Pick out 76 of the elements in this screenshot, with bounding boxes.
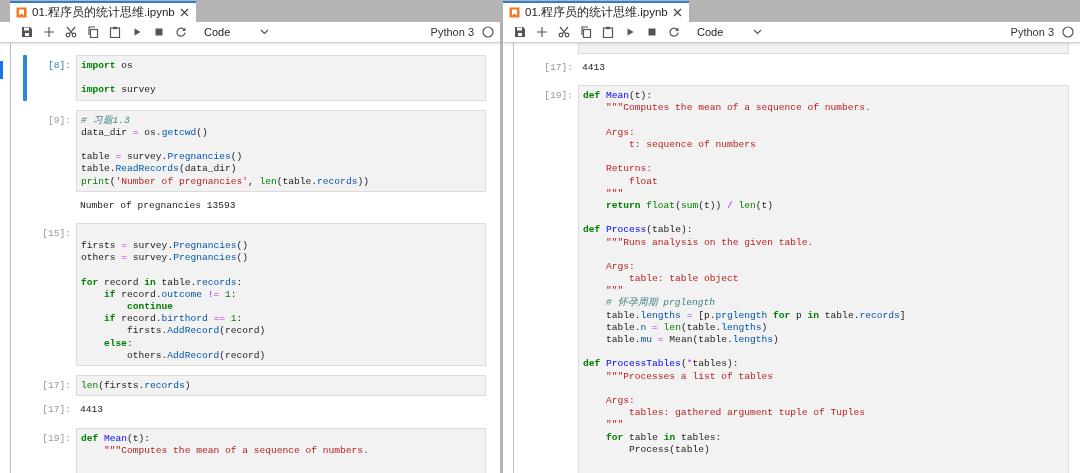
- code-line: def Mean(t):: [583, 90, 654, 103]
- close-icon[interactable]: [179, 8, 189, 17]
- code-line: table.n = len(table.lengths): [605, 321, 769, 335]
- code-line: table.lengths = [p.prglength for p in table.records]: [605, 309, 907, 322]
- code-line: Args:: [605, 260, 636, 274]
- code-line: """: [605, 285, 625, 297]
- code-line: len(firsts.records): [81, 380, 192, 393]
- cell-prompt: [17]:: [544, 61, 573, 75]
- code-line: def ProcessTables(*tables):: [583, 358, 740, 371]
- code-line: table.ReadRecords(data_dir): [81, 163, 238, 176]
- code-cell[interactable]: def Mean(t): """Computes the mean of a sequence of numbers.: [76, 427, 486, 473]
- kernel-status-icon: [1062, 26, 1074, 38]
- code-cell[interactable]: import os import survey: [76, 55, 486, 101]
- kernel-status-icon: [482, 26, 494, 38]
- code-cell[interactable]: # 习题1.3 data_dir = os.getcwd() table = survey.Pregnancies() table.ReadRecords(data_dir) print('Number of pregnancies', len(table.records)): [76, 109, 486, 192]
- code-line: others = survey.Pregnancies(): [81, 252, 249, 265]
- notebook-icon: [16, 7, 27, 18]
- notebook-tab[interactable]: 01.程序员的统计思维.ipynb: [503, 1, 689, 22]
- code-line: t: sequence of numbers: [628, 139, 757, 152]
- code-line: # 怀孕周期 prglength: [605, 297, 717, 310]
- code-line: import survey: [81, 84, 157, 97]
- code-line: def Mean(t):: [81, 432, 152, 445]
- code-cell[interactable]: [76, 223, 486, 367]
- code-line: table: table object: [628, 273, 740, 286]
- code-line: """Processes a list of tables: [605, 370, 774, 383]
- code-line: """Computes the mean of a sequence of numbers.: [103, 444, 370, 457]
- sidebar-indicator: [0, 61, 3, 79]
- cell-prompt: [15]:: [42, 227, 71, 241]
- code-line: print('Number of pregnancies', len(table.records)): [81, 175, 370, 188]
- notebook-tab[interactable]: 01.程序员的统计思维.ipynb: [10, 1, 196, 22]
- code-line: table = survey.Pregnancies(): [81, 151, 244, 164]
- code-line: Process(table): [628, 443, 711, 456]
- cell-prompt: [17]:: [42, 403, 71, 417]
- cell-type-dropdown[interactable]: Code: [693, 23, 767, 41]
- code-line: float: [628, 175, 659, 188]
- cell-prompt: [9]:: [47, 113, 71, 127]
- cell-prompt: [19]:: [42, 431, 71, 445]
- close-icon[interactable]: [672, 8, 682, 17]
- code-line: data_dir = os.getcwd(): [81, 126, 209, 139]
- code-line: others.AddRecord(record): [126, 349, 267, 363]
- notebook-icon: [509, 7, 520, 18]
- code-line: firsts = survey.Pregnancies(): [81, 240, 249, 253]
- code-line: # 习题1.3: [81, 114, 131, 127]
- cell-output: 4413: [79, 403, 104, 418]
- code-line: firsts.AddRecord(record): [126, 325, 267, 338]
- code-line: Args:: [605, 395, 636, 408]
- code-line: else:: [103, 337, 134, 350]
- code-line: table.mu = Mean(table.lengths): [605, 334, 780, 347]
- code-line: Returns:: [605, 163, 654, 176]
- kernel-name: Python 3: [1010, 26, 1054, 38]
- code-line: import os: [81, 60, 134, 73]
- kernel-name: Python 3: [430, 26, 474, 38]
- code-line: if record.outcome != 1:: [103, 288, 238, 302]
- chevron-icon: [753, 29, 763, 35]
- code-line: tables: gathered argument tuple of Tuples: [628, 407, 867, 420]
- code-cell[interactable]: [578, 43, 1069, 54]
- cell-prompt: [19]:: [544, 89, 573, 103]
- cell-output: Number of pregnancies 13593: [79, 198, 236, 213]
- code-cell[interactable]: len(firsts.records): [76, 375, 486, 397]
- cell-output: 4413: [581, 61, 606, 75]
- code-line: Args:: [605, 126, 636, 140]
- code-line: """Runs analysis on the given table.: [605, 236, 815, 249]
- chevron-icon: [260, 29, 270, 35]
- code-line: continue: [126, 301, 175, 314]
- code-line: def Process(table):: [583, 224, 694, 237]
- code-line: for table in tables:: [605, 431, 723, 444]
- code-line: """Computes the mean of a sequence of numbers.: [605, 102, 872, 115]
- code-cell[interactable]: [578, 85, 1069, 473]
- cell-type-dropdown[interactable]: Code: [200, 23, 274, 41]
- cell-prompt: [17]:: [42, 379, 71, 393]
- code-line: for record in table.records:: [81, 276, 244, 289]
- code-line: if record.birthord == 1:: [103, 313, 244, 326]
- cell-prompt: [8]:: [47, 59, 71, 73]
- code-line: """: [605, 419, 625, 432]
- code-line: return float(sum(t)) / len(t): [605, 200, 775, 213]
- code-line: """: [605, 187, 625, 200]
